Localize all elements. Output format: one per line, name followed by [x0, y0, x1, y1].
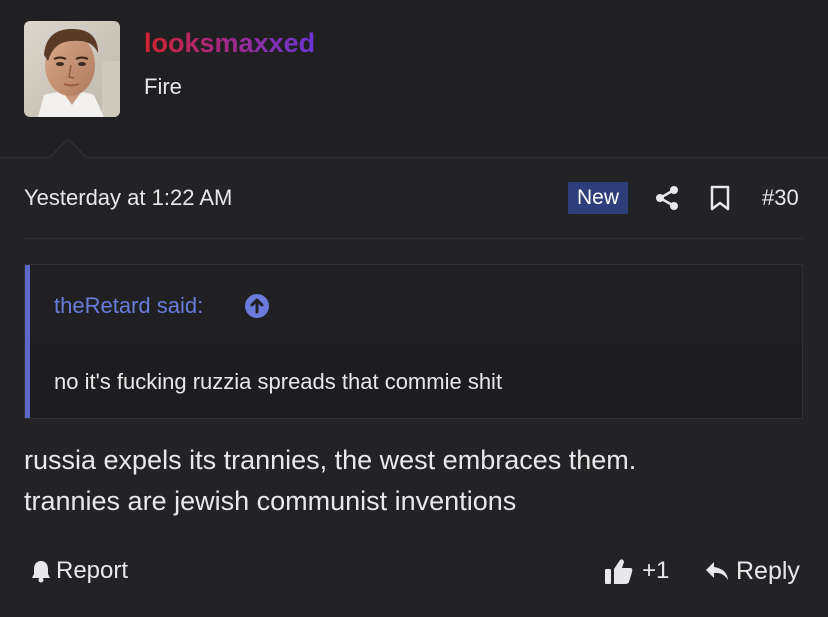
quote-block: theRetard said: no it's fucking ruzzia s… [24, 264, 803, 419]
username[interactable]: looksmaxxed [144, 28, 315, 58]
user-title: Fire [144, 74, 182, 99]
reply-icon [706, 562, 728, 580]
post-container: looksmaxxed Fire Yesterday at 1:22 AM Ne… [0, 0, 828, 617]
quote-author-link[interactable]: theRetard said: [54, 293, 203, 319]
divider [0, 157, 828, 158]
arrow-up-circle-icon[interactable] [244, 293, 270, 319]
quote-text: no it's fucking ruzzia spreads that comm… [54, 369, 503, 394]
like-button[interactable]: +1 [604, 556, 669, 586]
share-icon[interactable] [655, 185, 679, 211]
user-avatar[interactable] [24, 21, 120, 117]
post-body-line: trannies are jewish communist inventions [24, 486, 517, 516]
reply-label: Reply [736, 557, 800, 585]
user-block: looksmaxxed Fire [0, 0, 828, 157]
divider [24, 238, 804, 239]
reply-button[interactable]: Reply [704, 556, 800, 586]
message-arrow-inner [50, 140, 86, 158]
avatar-image [24, 21, 120, 117]
post-date[interactable]: Yesterday at 1:22 AM [24, 184, 232, 212]
post-number[interactable]: #30 [762, 184, 799, 212]
like-count: +1 [642, 557, 670, 584]
bookmark-icon[interactable] [709, 185, 731, 211]
post-body: russia expels its trannies, the west emb… [24, 440, 804, 522]
new-badge: New [568, 182, 628, 214]
post-body-line: russia expels its trannies, the west emb… [24, 445, 637, 475]
bell-icon [32, 561, 50, 583]
report-label: Report [56, 557, 129, 584]
report-button[interactable]: Report [30, 556, 128, 586]
thumbs-up-icon [605, 559, 633, 584]
